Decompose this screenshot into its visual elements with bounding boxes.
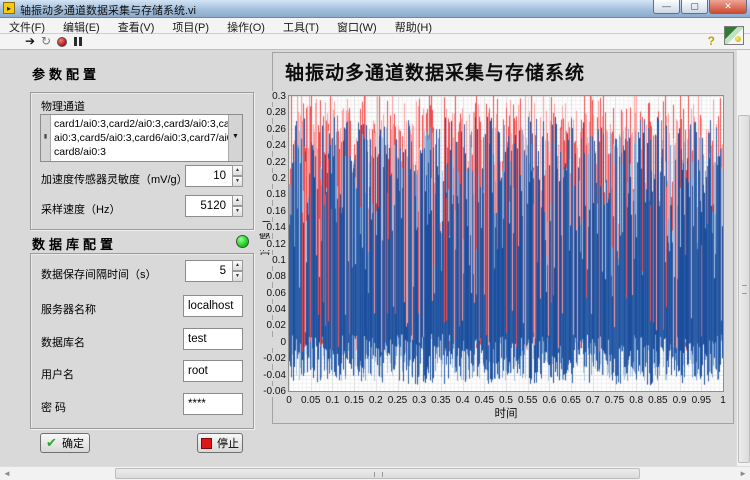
physical-channel-text[interactable]: card1/ai0:3,card2/ai0:3,card3/ai0:3,card… bbox=[51, 115, 228, 161]
y-tick-label: 0.28 bbox=[256, 107, 286, 118]
front-panel: 参数配置 物理通道 ▮ card1/ai0:3,card2/ai0:3,card… bbox=[0, 50, 736, 466]
window-title: 轴振动多通道数据采集与存储系统.vi bbox=[20, 2, 196, 18]
y-tick-label: 0.3 bbox=[256, 91, 286, 102]
username-input[interactable] bbox=[183, 360, 243, 382]
ok-button-label: 确定 bbox=[62, 435, 84, 451]
menu-item-6[interactable]: 窗口(W) bbox=[328, 18, 386, 33]
maximize-button[interactable]: ▢ bbox=[681, 0, 708, 14]
database-name-input[interactable] bbox=[183, 328, 243, 350]
menu-item-0[interactable]: 文件(F) bbox=[0, 18, 54, 33]
run-icon[interactable]: ➔ bbox=[25, 35, 35, 48]
menu-item-2[interactable]: 查看(V) bbox=[109, 18, 164, 33]
y-tick-label: 0.26 bbox=[256, 124, 286, 135]
physical-channel-combobox[interactable]: ▮ card1/ai0:3,card2/ai0:3,card3/ai0:3,ca… bbox=[40, 114, 243, 162]
y-tick-label: 0 bbox=[256, 337, 286, 348]
chevron-down-icon[interactable]: ▼ bbox=[228, 115, 242, 161]
channel-text-line: card1/ai0:3,card2/ai0:3,card3/ai0:3,card… bbox=[54, 117, 227, 131]
database-name-label: 数据库名 bbox=[41, 334, 85, 350]
scroll-left-icon[interactable]: ◄ bbox=[3, 468, 11, 480]
channel-text-line: card8/ai0:3 bbox=[54, 145, 227, 159]
y-tick-label: 0.1 bbox=[256, 255, 286, 266]
menu-item-7[interactable]: 帮助(H) bbox=[386, 18, 441, 33]
server-name-input[interactable] bbox=[183, 295, 243, 317]
password-input[interactable] bbox=[183, 393, 243, 415]
physical-channel-label: 物理通道 bbox=[41, 98, 85, 114]
y-tick-label: 0.16 bbox=[256, 206, 286, 217]
pause-icon[interactable] bbox=[74, 37, 82, 46]
chart-title: 轴振动多通道数据采集与存储系统 bbox=[285, 58, 585, 85]
scroll-right-icon[interactable]: ► bbox=[739, 468, 747, 480]
y-tick-label: 0.08 bbox=[256, 271, 286, 282]
context-help-icon[interactable]: ? bbox=[708, 34, 715, 48]
y-tick-label: 0.04 bbox=[256, 304, 286, 315]
stop-button-label: 停止 bbox=[217, 435, 239, 451]
checkmark-icon: ✔ bbox=[46, 438, 57, 448]
title-bar[interactable]: ▸ 轴振动多通道数据采集与存储系统.vi — ▢ ✕ bbox=[0, 0, 750, 18]
vi-icon[interactable] bbox=[724, 26, 744, 45]
menu-item-5[interactable]: 工具(T) bbox=[274, 18, 328, 33]
horizontal-scrollbar-thumb[interactable] bbox=[115, 468, 640, 479]
chart-panel: 轴振动多通道数据采集与存储系统 加速度/g 时间 0.30.280.260.24… bbox=[272, 52, 734, 424]
channel-text-line: ai0:3,card5/ai0:3,card6/ai0:3,card7/ai0:… bbox=[54, 131, 227, 145]
menu-item-4[interactable]: 操作(O) bbox=[218, 18, 274, 33]
y-tick-label: -0.04 bbox=[256, 370, 286, 381]
menu-item-1[interactable]: 编辑(E) bbox=[54, 18, 109, 33]
y-tick-label: 0.18 bbox=[256, 189, 286, 200]
database-section-header: 数据库配置 bbox=[32, 234, 117, 253]
password-label: 密码 bbox=[41, 399, 69, 415]
io-selector-icon[interactable]: ▮ bbox=[41, 115, 51, 161]
sensitivity-spinner[interactable]: ▲ ▼ bbox=[232, 165, 243, 187]
spin-up-icon[interactable]: ▲ bbox=[232, 195, 243, 206]
spin-up-icon[interactable]: ▲ bbox=[232, 260, 243, 271]
spin-up-icon[interactable]: ▲ bbox=[232, 165, 243, 176]
y-tick-label: 0.02 bbox=[256, 320, 286, 331]
sample-rate-spinner[interactable]: ▲ ▼ bbox=[232, 195, 243, 217]
sensitivity-label: 加速度传感器灵敏度（mV/g） bbox=[41, 171, 188, 187]
ok-button[interactable]: ✔ 确定 bbox=[40, 433, 90, 453]
waveform-chart-plot[interactable] bbox=[288, 95, 724, 392]
labview-app-icon: ▸ bbox=[3, 2, 15, 14]
y-tick-label: 0.24 bbox=[256, 140, 286, 151]
x-tick-label: 1 bbox=[708, 395, 738, 406]
y-tick-label: 0.22 bbox=[256, 157, 286, 168]
spin-down-icon[interactable]: ▼ bbox=[232, 206, 243, 217]
waveform-canvas[interactable] bbox=[289, 96, 723, 391]
sample-rate-label: 采样速度（Hz） bbox=[41, 201, 120, 217]
horizontal-scrollbar[interactable]: ◄ ► bbox=[0, 466, 750, 480]
save-interval-spinner[interactable]: ▲ ▼ bbox=[232, 260, 243, 282]
menu-item-3[interactable]: 项目(P) bbox=[163, 18, 218, 33]
spin-down-icon[interactable]: ▼ bbox=[232, 176, 243, 187]
database-status-led[interactable] bbox=[236, 235, 249, 248]
vertical-scrollbar-thumb[interactable] bbox=[738, 115, 750, 463]
x-axis-label: 时间 bbox=[456, 405, 556, 421]
username-label: 用户名 bbox=[41, 366, 74, 382]
y-tick-label: 0.2 bbox=[256, 173, 286, 184]
server-name-label: 服务器名称 bbox=[41, 301, 96, 317]
stop-square-icon bbox=[201, 438, 212, 449]
y-tick-label: 0.06 bbox=[256, 288, 286, 299]
y-tick-label: 0.14 bbox=[256, 222, 286, 233]
stop-button[interactable]: 停止 bbox=[197, 433, 243, 453]
minimize-button[interactable]: — bbox=[653, 0, 680, 14]
abort-icon[interactable] bbox=[57, 37, 67, 47]
labview-window: ▸ 轴振动多通道数据采集与存储系统.vi — ▢ ✕ 文件(F)编辑(E)查看(… bbox=[0, 0, 750, 480]
params-section-header: 参数配置 bbox=[32, 64, 100, 83]
spin-down-icon[interactable]: ▼ bbox=[232, 271, 243, 282]
toolbar: ➔ ↻ ? bbox=[0, 34, 750, 50]
y-tick-label: -0.02 bbox=[256, 353, 286, 364]
menu-bar: 文件(F)编辑(E)查看(V)项目(P)操作(O)工具(T)窗口(W)帮助(H) bbox=[0, 18, 750, 34]
save-interval-label: 数据保存间隔时间（s） bbox=[41, 266, 157, 282]
run-continuously-icon[interactable]: ↻ bbox=[41, 35, 51, 48]
y-tick-label: 0.12 bbox=[256, 239, 286, 250]
vertical-scrollbar[interactable] bbox=[736, 50, 750, 466]
close-button[interactable]: ✕ bbox=[709, 0, 747, 14]
